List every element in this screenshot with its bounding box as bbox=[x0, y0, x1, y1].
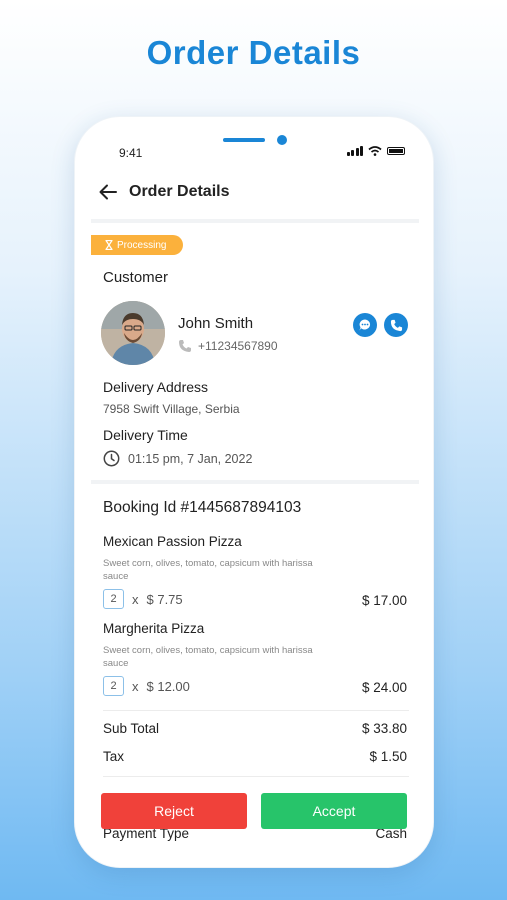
unit-price: $ 7.75 bbox=[146, 591, 183, 607]
status-badge: Processing bbox=[91, 235, 183, 255]
customer-phone-number: +11234567890 bbox=[198, 339, 278, 353]
times-sign: x bbox=[132, 678, 139, 694]
header-title: Order Details bbox=[129, 183, 230, 200]
booking-id: Booking Id #1445687894103 bbox=[103, 499, 302, 516]
customer-phone: +11234567890 bbox=[178, 339, 278, 353]
accept-button[interactable]: Accept bbox=[261, 793, 407, 829]
avatar bbox=[101, 301, 165, 365]
item-quantity-row: 2 x $ 7.75 bbox=[103, 589, 183, 609]
customer-name: John Smith bbox=[178, 315, 254, 332]
delivery-address: 7958 Swift Village, Serbia bbox=[103, 402, 240, 416]
wifi-icon bbox=[368, 146, 382, 156]
quantity-box[interactable]: 2 bbox=[103, 589, 124, 609]
customer-section-title: Customer bbox=[103, 269, 169, 286]
item-name: Mexican Passion Pizza bbox=[103, 534, 242, 549]
speaker-notch bbox=[223, 138, 265, 142]
item-description: Sweet corn, olives, tomato, capsicum wit… bbox=[103, 645, 313, 669]
delivery-address-label: Delivery Address bbox=[103, 379, 209, 395]
subtotal-value: $ 33.80 bbox=[361, 721, 407, 736]
header-divider bbox=[91, 219, 419, 223]
battery-icon bbox=[387, 147, 405, 155]
item-total: $ 24.00 bbox=[361, 680, 407, 695]
summary-divider bbox=[103, 710, 409, 711]
chat-icon bbox=[359, 319, 371, 331]
app-header: Order Details bbox=[99, 183, 229, 201]
hourglass-icon bbox=[105, 240, 113, 250]
item-name: Margherita Pizza bbox=[103, 621, 205, 636]
quantity-box[interactable]: 2 bbox=[103, 676, 124, 696]
status-badge-label: Processing bbox=[117, 239, 167, 251]
reject-button[interactable]: Reject bbox=[101, 793, 247, 829]
signal-icon bbox=[346, 146, 363, 156]
item-quantity-row: 2 x $ 12.00 bbox=[103, 676, 190, 696]
status-time: 9:41 bbox=[119, 146, 143, 160]
delivery-time-label: Delivery Time bbox=[103, 427, 188, 443]
phone-icon bbox=[390, 319, 402, 331]
phone-frame: 9:41 Order Details Processing Customer J… bbox=[74, 116, 434, 868]
times-sign: x bbox=[132, 591, 139, 607]
tax-value: $ 1.50 bbox=[369, 749, 407, 764]
phone-icon bbox=[179, 340, 191, 352]
camera-notch bbox=[277, 135, 287, 145]
status-icons bbox=[346, 146, 405, 156]
delivery-time: 01:15 pm, 7 Jan, 2022 bbox=[128, 451, 253, 466]
delivery-time-row: 01:15 pm, 7 Jan, 2022 bbox=[103, 450, 252, 467]
tax-label: Tax bbox=[103, 749, 125, 764]
back-arrow-icon[interactable] bbox=[99, 184, 117, 200]
unit-price: $ 12.00 bbox=[146, 678, 190, 694]
clock-icon bbox=[103, 450, 120, 467]
call-button[interactable] bbox=[384, 313, 408, 337]
page-heading: Order Details bbox=[146, 34, 361, 71]
section-divider bbox=[91, 480, 419, 484]
subtotal-label: Sub Total bbox=[103, 721, 160, 736]
item-description: Sweet corn, olives, tomato, capsicum wit… bbox=[103, 558, 313, 582]
total-divider bbox=[103, 776, 409, 777]
chat-button[interactable] bbox=[353, 313, 377, 337]
item-total: $ 17.00 bbox=[361, 593, 407, 608]
